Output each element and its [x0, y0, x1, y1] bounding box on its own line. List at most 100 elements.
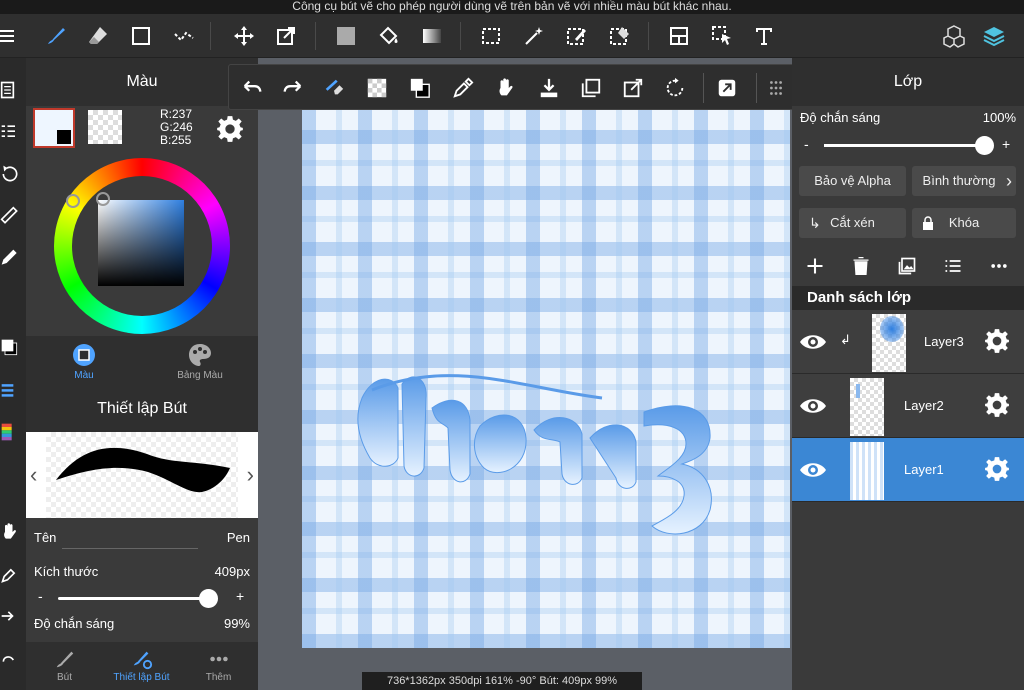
eye-icon[interactable] [798, 392, 828, 420]
layer-list-icon[interactable] [938, 254, 968, 278]
layer-opacity-thumb[interactable] [975, 136, 994, 155]
layer-thumbnail [850, 442, 884, 500]
palette-strip-icon[interactable] [0, 420, 22, 444]
select-eraser-icon[interactable] [604, 20, 636, 52]
select-pen-icon[interactable] [561, 20, 593, 52]
clip-button[interactable]: ↳ Cắt xén [799, 208, 906, 238]
layer-more-icon[interactable] [984, 254, 1014, 278]
layer-row[interactable]: ↲ Layer3 [792, 310, 1024, 374]
select-layer-icon[interactable] [706, 20, 738, 52]
layers-icon[interactable] [978, 20, 1010, 52]
material-icon[interactable] [938, 20, 970, 52]
hue-knob[interactable] [66, 194, 80, 208]
layer-panel-title: Lớp [792, 58, 1024, 106]
brush-stroke-preview [56, 447, 230, 493]
brush-opacity-label: Độ chắn sáng [34, 616, 115, 631]
bottom-tabs: Bút Thiết lập Bút Thêm [26, 642, 258, 690]
layer-image-icon[interactable] [892, 254, 922, 278]
saturation-value-square[interactable] [98, 200, 184, 286]
color-tab-icon [73, 344, 95, 366]
tab-more[interactable]: Thêm [180, 642, 257, 690]
artwork-lettering [357, 374, 712, 535]
main-toolbar [0, 14, 1024, 58]
brush-eraser-toggle-icon[interactable] [319, 73, 349, 103]
eraser-tool-icon[interactable] [82, 20, 114, 52]
primary-color-swatch[interactable] [33, 108, 75, 148]
transform-quick-icon[interactable] [618, 73, 648, 103]
rgb-readout: R:237 G:246 B:255 [160, 108, 193, 147]
prev-brush-icon[interactable]: ‹ [30, 462, 37, 488]
layer-row[interactable]: Layer2 [792, 374, 1024, 438]
layer-opacity-slider[interactable] [824, 136, 994, 155]
transform-tool-icon[interactable] [270, 20, 302, 52]
fill-color-icon[interactable] [330, 20, 362, 52]
tab-more-label: Thêm [205, 672, 232, 683]
next-brush-icon[interactable]: › [247, 462, 254, 488]
tab-color[interactable]: Màu [26, 336, 142, 386]
alpha-protect-button[interactable]: Bảo vệ Alpha [799, 166, 906, 196]
magic-wand-icon[interactable] [518, 20, 550, 52]
drawing-canvas[interactable] [302, 108, 790, 648]
move-tool-icon[interactable] [228, 20, 260, 52]
lock-button[interactable]: Khóa [912, 208, 1016, 238]
sv-knob[interactable] [96, 192, 110, 206]
eye-icon[interactable] [798, 328, 828, 356]
blend-mode-button[interactable]: Bình thường › [912, 166, 1016, 196]
brush-size-icon[interactable] [0, 378, 22, 402]
layer-settings-gear-icon[interactable] [984, 392, 1010, 418]
layer-list-header: Danh sách lớp [792, 286, 1024, 310]
brush-settings-tab-icon [133, 651, 152, 670]
copy-icon[interactable] [576, 73, 606, 103]
pages-icon[interactable] [0, 78, 22, 102]
arrow-right-icon[interactable] [0, 604, 22, 628]
color-swatch-icon[interactable] [0, 336, 22, 360]
quick-bar-grip-icon[interactable] [761, 73, 791, 103]
bucket-tool-icon[interactable] [373, 20, 405, 52]
add-layer-icon[interactable] [800, 254, 830, 278]
opacity-minus-button[interactable]: - [804, 136, 809, 152]
brush-name-row[interactable]: Tên Pen [26, 526, 258, 552]
save-download-icon[interactable] [534, 73, 564, 103]
eye-icon[interactable] [798, 456, 828, 484]
redo-icon[interactable] [278, 73, 308, 103]
layer-settings-gear-icon[interactable] [984, 456, 1010, 482]
brush-tool-icon[interactable] [40, 20, 72, 52]
transparent-color-swatch[interactable] [88, 110, 122, 144]
undo-icon[interactable] [237, 73, 267, 103]
transparent-color-icon[interactable] [362, 73, 392, 103]
select-rect-icon[interactable] [475, 20, 507, 52]
opacity-plus-button[interactable]: + [1002, 136, 1010, 152]
frame-tool-icon[interactable] [663, 20, 695, 52]
layer-settings-gear-icon[interactable] [984, 328, 1010, 354]
layer-name: Layer2 [904, 398, 944, 413]
brush-tab-icon [56, 651, 73, 668]
gradient-tool-icon[interactable] [416, 20, 448, 52]
brush-size-slider[interactable] [58, 589, 218, 608]
hand-quick-icon[interactable] [491, 73, 521, 103]
swap-colors-icon[interactable] [405, 73, 435, 103]
ruler-icon[interactable] [0, 204, 22, 228]
list-icon[interactable] [0, 120, 22, 144]
menu-icon[interactable] [0, 20, 22, 52]
text-tool-icon[interactable] [748, 20, 780, 52]
size-plus-button[interactable]: + [236, 588, 244, 604]
rotate-icon[interactable] [0, 162, 22, 186]
eyedropper-quick-icon[interactable] [448, 73, 478, 103]
size-minus-button[interactable]: - [38, 588, 43, 604]
shape-tool-icon[interactable] [125, 20, 157, 52]
line-tool-icon[interactable] [168, 20, 200, 52]
brush-size-thumb[interactable] [199, 589, 218, 608]
tab-brush[interactable]: Bút [26, 642, 103, 690]
canvas-area[interactable] [258, 58, 792, 690]
share-icon[interactable] [712, 73, 742, 103]
hand-icon[interactable] [0, 520, 22, 544]
undo-side-icon[interactable] [0, 648, 22, 672]
layer-row-selected[interactable]: Layer1 [792, 438, 1024, 502]
eyedropper-icon[interactable] [0, 562, 22, 586]
delete-layer-icon[interactable] [846, 254, 876, 278]
rotate-reset-icon[interactable] [660, 73, 690, 103]
color-settings-gear-icon[interactable] [216, 115, 244, 143]
tab-palette[interactable]: Bảng Màu [142, 336, 258, 386]
tab-brush-settings[interactable]: Thiết lập Bút [103, 642, 180, 690]
pen-side-icon[interactable] [0, 246, 22, 270]
